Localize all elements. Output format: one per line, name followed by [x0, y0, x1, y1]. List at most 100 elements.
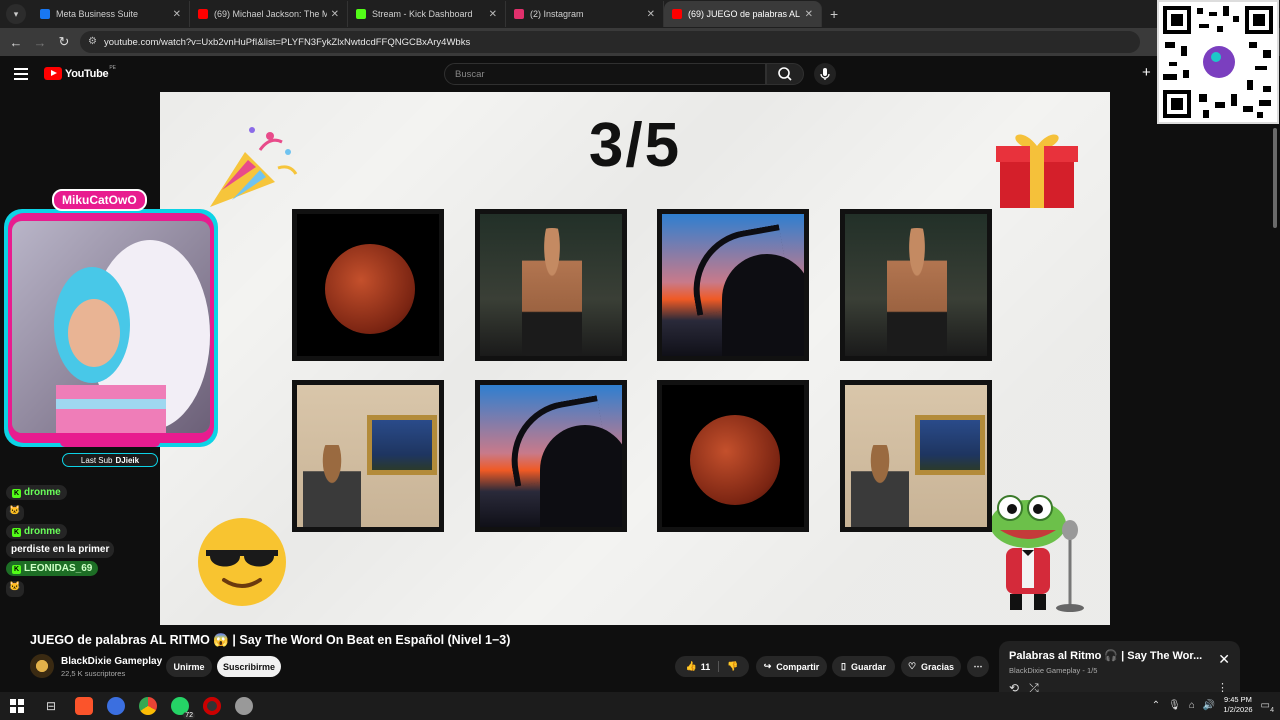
site-info-icon[interactable]: ⚙: [88, 36, 97, 47]
mars-image: [662, 385, 804, 527]
memory-card-mars: [657, 380, 809, 532]
playlist-meta: BlackDixie Gameplay - 1/5: [1009, 666, 1098, 675]
scrollbar-thumb[interactable]: [1273, 128, 1277, 228]
tray-overflow-icon[interactable]: ⌃: [1152, 700, 1160, 711]
chat-username: dronme: [24, 487, 61, 498]
sunglasses-emoji-icon: [198, 518, 286, 606]
menu-icon[interactable]: [14, 68, 28, 80]
memory-card-gym: [840, 209, 992, 361]
save-button[interactable]: ▯ Guardar: [832, 656, 895, 677]
voice-search-button[interactable]: [814, 63, 836, 85]
chrome-icon[interactable]: [139, 697, 158, 715]
search-input[interactable]: Buscar: [444, 63, 766, 85]
tab-search-button[interactable]: ▾: [6, 4, 26, 24]
streamer-name-badge: MikuCatOwO: [52, 189, 147, 211]
browser-tab[interactable]: (2) Instagram ✕: [506, 1, 664, 27]
notifications-icon[interactable]: ▭ 4: [1261, 700, 1274, 714]
url-text: youtube.com/watch?v=Uxb2vnHuPfI&list=PLY…: [104, 36, 471, 48]
brave-browser-icon[interactable]: [75, 697, 94, 715]
qr-code-overlay: [1157, 0, 1279, 124]
channel-name[interactable]: BlackDixie Gameplay: [61, 656, 162, 667]
share-button[interactable]: ↪ Compartir: [756, 656, 827, 677]
browser-tab[interactable]: Meta Business Suite ✕: [32, 1, 190, 27]
share-label: Compartir: [776, 661, 820, 672]
browser-tab[interactable]: Stream - Kick Dashboard ✕: [348, 1, 506, 27]
network-icon[interactable]: ⌂: [1189, 700, 1195, 711]
more-icon: ⋯: [973, 661, 983, 671]
playlist-title[interactable]: Palabras al Ritmo 🎧 | Say The Wor...: [1009, 649, 1209, 662]
clock-date: 1/2/2026: [1223, 705, 1253, 714]
clock-time: 9:45 PM: [1223, 695, 1252, 704]
tab-close-icon[interactable]: ✕: [331, 9, 339, 20]
kick-badge-icon: K: [12, 489, 21, 498]
browser-tab-bar: ▾ Meta Business Suite ✕ (69) Michael Jacks…: [0, 0, 1280, 28]
join-button[interactable]: Unirme: [166, 656, 212, 677]
youtube-logo-text: YouTube: [65, 67, 109, 80]
browser-tab[interactable]: (69) Michael Jackson: The Man ✕: [190, 1, 348, 27]
playlist-position: 1/5: [1086, 666, 1098, 675]
back-icon[interactable]: ←: [4, 35, 28, 50]
last-sub-name: DJieik: [115, 455, 140, 465]
clock[interactable]: 9:45 PM 1/2/2026: [1223, 695, 1252, 715]
kick-badge-icon: K: [12, 565, 21, 574]
country-code: PE: [109, 64, 116, 71]
obs-icon[interactable]: [203, 697, 222, 715]
more-actions-button[interactable]: ⋯: [967, 656, 989, 677]
memory-card-gym: [475, 209, 627, 361]
app-icon[interactable]: [235, 697, 254, 715]
thanks-label: Gracias: [921, 661, 955, 672]
whatsapp-icon[interactable]: 72: [171, 697, 196, 719]
dislike-button[interactable]: 👎: [719, 661, 738, 672]
tab-favicon-icon: [514, 9, 524, 19]
search-icon: [778, 67, 792, 81]
video-player[interactable]: 3/5: [160, 92, 1110, 625]
new-tab-button[interactable]: +: [830, 6, 838, 22]
memory-card-museum: [840, 380, 992, 532]
youtube-logo[interactable]: YouTube PE: [44, 64, 116, 80]
chrome-profile-icon[interactable]: [107, 697, 126, 715]
browser-tab[interactable]: (69) JUEGO de palabras AL RITM ✕: [664, 1, 822, 27]
gym-image: [845, 214, 987, 356]
forward-icon[interactable]: →: [28, 35, 52, 50]
tab-close-icon[interactable]: ✕: [173, 9, 181, 20]
thumbs-down-icon: 👎: [727, 661, 739, 671]
microphone-icon: [820, 68, 830, 80]
chat-text: perdiste en la primer: [6, 541, 115, 558]
tab-title: (2) Instagram: [530, 9, 584, 19]
memory-card-reaper: [475, 380, 627, 532]
thanks-button[interactable]: ♡ Gracias: [901, 656, 961, 677]
webcam-frame-icon: [4, 209, 218, 447]
windows-start-icon[interactable]: [10, 699, 24, 713]
tab-favicon-icon: [40, 9, 50, 19]
url-field[interactable]: ⚙ youtube.com/watch?v=Uxb2vnHuPfI&list=P…: [80, 31, 1140, 53]
page-scrollbar[interactable]: [1270, 92, 1280, 692]
frog-singer-icon: [990, 495, 1084, 612]
microphone-tray-icon[interactable]: 🎙: [1168, 700, 1181, 711]
like-button[interactable]: 👍 11: [686, 661, 720, 672]
subscribe-button[interactable]: Suscribirme: [217, 656, 281, 677]
memory-card-mars: [292, 209, 444, 361]
reload-icon[interactable]: ↻: [52, 34, 76, 50]
memory-card-museum: [292, 380, 444, 532]
volume-icon[interactable]: 🔊: [1203, 700, 1215, 711]
gift-icon: [996, 134, 1078, 208]
tab-favicon-icon: [356, 9, 366, 19]
gym-image: [480, 214, 622, 356]
playlist-channel: BlackDixie Gameplay: [1009, 666, 1081, 675]
reaper-image: [480, 385, 622, 527]
notification-count: 4: [1270, 706, 1274, 714]
chat-message: K LEONIDAS_69 🐱: [6, 558, 156, 597]
search-button[interactable]: [766, 63, 804, 85]
thanks-icon: ♡: [907, 661, 917, 671]
tab-title: (69) Michael Jackson: The Man: [214, 9, 327, 19]
create-icon[interactable]: +: [1142, 64, 1151, 81]
chat-emote-icon: 🐱: [6, 581, 24, 597]
channel-avatar[interactable]: [30, 654, 54, 678]
tab-close-icon[interactable]: ✕: [805, 9, 813, 20]
task-view-icon[interactable]: ⊟: [46, 699, 56, 713]
tab-close-icon[interactable]: ✕: [647, 9, 655, 20]
tab-close-icon[interactable]: ✕: [489, 9, 497, 20]
close-icon[interactable]: ✕: [1218, 651, 1230, 668]
address-toolbar: ← → ↻ ⚙ youtube.com/watch?v=Uxb2vnHuPfI&…: [0, 28, 1280, 56]
chat-message: Kdronme 🐱: [6, 482, 156, 521]
